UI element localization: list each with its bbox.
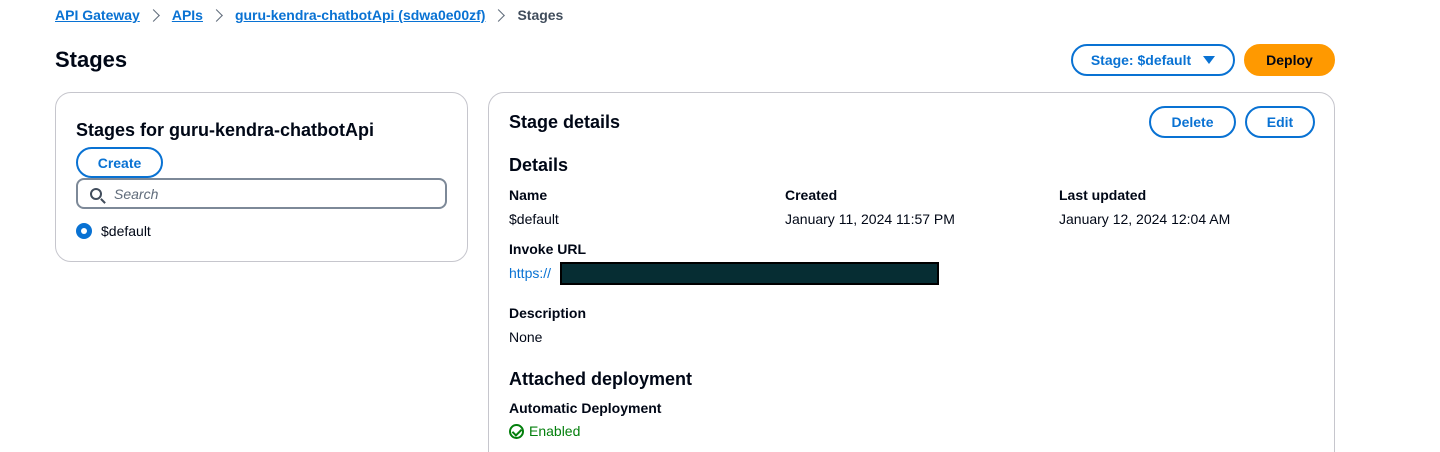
chevron-right-icon <box>492 8 506 22</box>
search-icon <box>90 187 102 200</box>
created-value: January 11, 2024 11:57 PM <box>785 211 955 227</box>
created-label: Created <box>785 187 838 203</box>
delete-stage-button[interactable]: Delete <box>1149 106 1236 138</box>
breadcrumb-api-name[interactable]: guru-kendra-chatbotApi (sdwa0e00zf) <box>235 7 485 23</box>
stage-details-title: Stage details <box>509 112 621 132</box>
page-title: Stages <box>55 47 128 72</box>
details-heading: Details <box>509 155 569 175</box>
radio-selected-icon[interactable] <box>76 223 92 239</box>
stages-panel-title: Stages for guru-kendra-chatbotApi <box>76 120 375 140</box>
name-value: $default <box>509 211 559 227</box>
stage-details-panel: Stage details Delete Edit Details Name $… <box>488 92 1335 452</box>
stage-radio-default[interactable]: $default <box>76 223 151 239</box>
stage-search-field[interactable] <box>76 178 447 209</box>
stages-list-panel: Stages for guru-kendra-chatbotApi Create… <box>55 92 468 262</box>
chevron-right-icon <box>146 8 160 22</box>
redacted-url-block <box>560 262 939 285</box>
breadcrumb: API Gateway APIs guru-kendra-chatbotApi … <box>55 6 563 24</box>
name-label: Name <box>509 187 548 203</box>
create-stage-button[interactable]: Create <box>76 147 163 178</box>
deploy-button[interactable]: Deploy <box>1244 44 1335 76</box>
enabled-text: Enabled <box>529 423 581 439</box>
breadcrumb-apis[interactable]: APIs <box>172 7 203 23</box>
last-updated-value: January 12, 2024 12:04 AM <box>1059 211 1231 227</box>
attached-deployment-heading: Attached deployment <box>509 369 693 389</box>
caret-down-icon <box>1203 56 1216 64</box>
invoke-url-link[interactable]: https:// <box>509 265 551 281</box>
stage-search-input[interactable] <box>114 185 414 202</box>
description-value: None <box>509 329 543 345</box>
chevron-right-icon <box>210 8 223 22</box>
automatic-deployment-label: Automatic Deployment <box>509 400 662 416</box>
breadcrumb-current: Stages <box>517 7 564 23</box>
last-updated-label: Last updated <box>1059 187 1147 203</box>
edit-stage-button[interactable]: Edit <box>1245 106 1315 138</box>
description-label: Description <box>509 305 587 321</box>
invoke-url-label: Invoke URL <box>509 241 587 257</box>
stage-select-dropdown[interactable]: Stage: $default <box>1071 44 1235 76</box>
stage-select-label: Stage: $default <box>1090 52 1192 68</box>
stage-radio-label: $default <box>101 223 151 239</box>
breadcrumb-api-gateway[interactable]: API Gateway <box>55 7 140 23</box>
automatic-deployment-status: Enabled <box>509 423 580 439</box>
check-circle-icon <box>509 423 524 439</box>
